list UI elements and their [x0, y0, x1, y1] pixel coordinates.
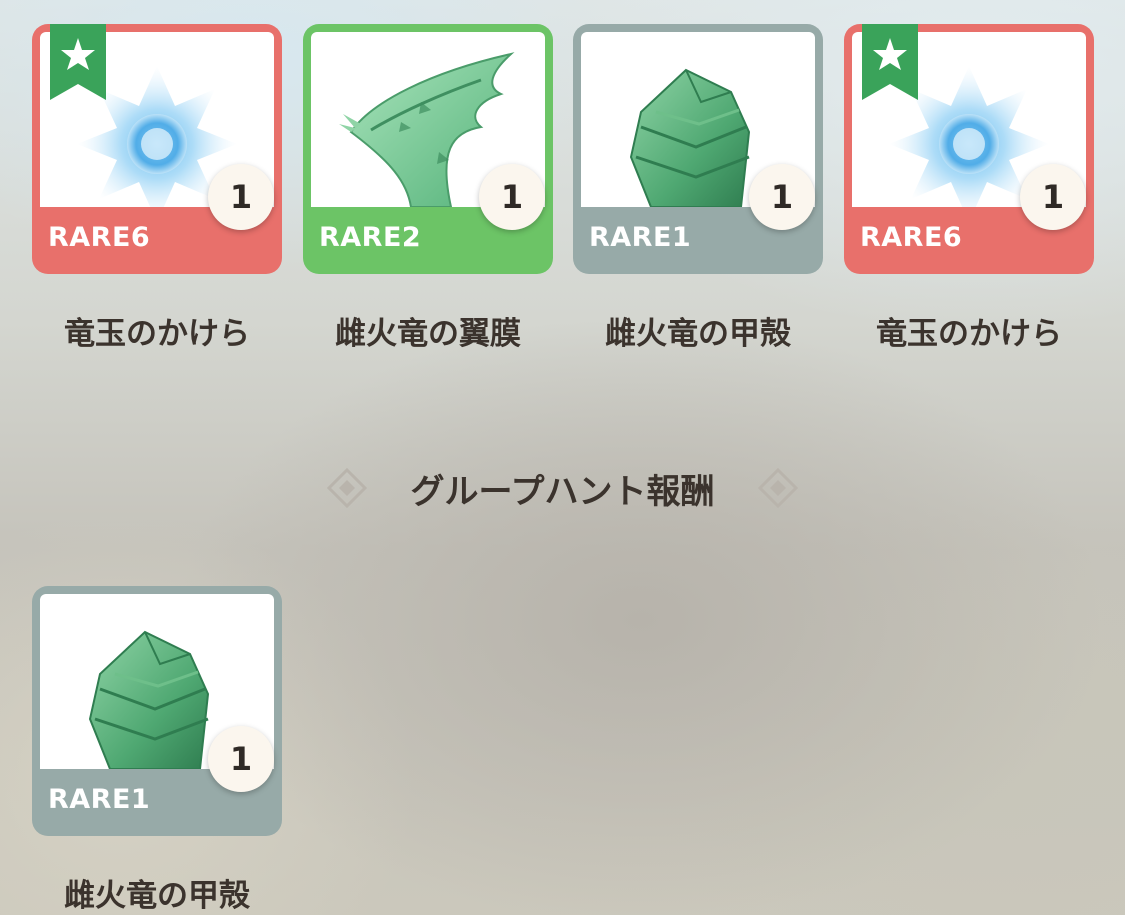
section-title: グループハント報酬	[410, 471, 715, 512]
reward-card-1[interactable]: 1 RARE6	[32, 24, 282, 274]
item-count-badge: 1	[1020, 164, 1086, 230]
diamond-ornament-icon	[758, 468, 799, 508]
item-name: 竜玉のかけら	[876, 316, 1062, 352]
item-count-badge: 1	[479, 164, 545, 230]
group-hunt-section-header: グループハント報酬	[0, 458, 1125, 518]
diamond-ornament-icon	[326, 468, 367, 508]
group-hunt-reward-card-1[interactable]: 1 RARE1	[32, 586, 282, 836]
rarity-label: RARE1	[48, 784, 151, 815]
item-count-badge: 1	[208, 164, 274, 230]
item-name: 雌火竜の甲殻	[605, 316, 791, 352]
star-icon	[862, 24, 918, 100]
rarity-label: RARE6	[48, 222, 151, 253]
item-name: 雌火竜の翼膜	[335, 316, 521, 352]
rarity-label: RARE1	[589, 222, 692, 253]
reward-card-4[interactable]: 1 RARE6	[844, 24, 1094, 274]
item-name: 雌火竜の甲殻	[64, 878, 250, 914]
rarity-label: RARE6	[860, 222, 963, 253]
reward-card-3[interactable]: 1 RARE1	[573, 24, 823, 274]
rarity-label: RARE2	[319, 222, 422, 253]
featured-star-ribbon	[50, 24, 106, 100]
item-name: 竜玉のかけら	[64, 316, 250, 352]
item-count-badge: 1	[208, 726, 274, 792]
featured-star-ribbon	[862, 24, 918, 100]
star-icon	[50, 24, 106, 100]
item-count-badge: 1	[749, 164, 815, 230]
reward-card-2[interactable]: 1 RARE2	[303, 24, 553, 274]
